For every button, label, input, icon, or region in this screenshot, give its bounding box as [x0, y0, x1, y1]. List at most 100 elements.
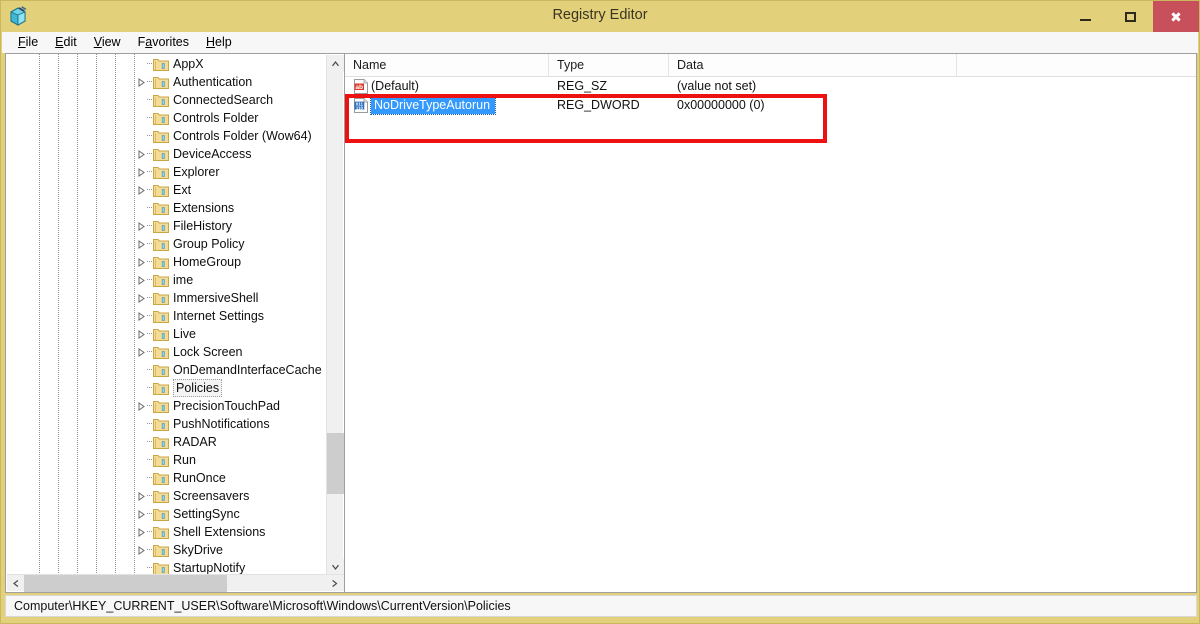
tree-item-runonce[interactable]: RunOnce [6, 469, 327, 487]
expand-triangle-icon[interactable] [137, 240, 146, 249]
expand-triangle-icon[interactable] [137, 312, 146, 321]
folder-icon [153, 417, 169, 431]
tree-item-label: Lock Screen [173, 343, 242, 361]
tree-item-label: SkyDrive [173, 541, 223, 559]
tree-item-homegroup[interactable]: HomeGroup [6, 253, 327, 271]
tree-item-run[interactable]: Run [6, 451, 327, 469]
expand-triangle-icon[interactable] [137, 258, 146, 267]
tree-item-controls-folder-wow64[interactable]: Controls Folder (Wow64) [6, 127, 327, 145]
expand-triangle-icon[interactable] [137, 546, 146, 555]
expand-triangle-icon[interactable] [137, 78, 146, 87]
column-header-filler[interactable] [957, 54, 1196, 76]
menu-file[interactable]: File [10, 33, 47, 51]
expand-triangle-icon[interactable] [137, 492, 146, 501]
maximize-button[interactable] [1108, 1, 1153, 32]
tree-vertical-scrollbar[interactable] [326, 55, 343, 576]
maximize-icon [1125, 12, 1136, 22]
tree-vertical-scroll-thumb[interactable] [327, 433, 344, 494]
tree-item-internet-settings[interactable]: Internet Settings [6, 307, 327, 325]
tree-scroll-up-button[interactable] [327, 55, 344, 72]
tree-item-lock-screen[interactable]: Lock Screen [6, 343, 327, 361]
expand-triangle-icon[interactable] [137, 402, 146, 411]
tree-horizontal-scrollbar[interactable] [7, 574, 344, 591]
value-name[interactable]: NoDriveTypeAutorun [371, 97, 495, 114]
folder-icon [153, 165, 169, 179]
tree-horizontal-scroll-thumb[interactable] [24, 575, 227, 592]
menu-edit[interactable]: Edit [47, 33, 86, 51]
tree-item-pushnotifications[interactable]: PushNotifications [6, 415, 327, 433]
tree-item-immersiveshell[interactable]: ImmersiveShell [6, 289, 327, 307]
tree-item-appx[interactable]: AppX [6, 55, 327, 73]
menu-help[interactable]: Help [198, 33, 241, 51]
menu-view[interactable]: View [86, 33, 130, 51]
expand-triangle-icon[interactable] [137, 276, 146, 285]
main-panes: AppXAuthenticationConnectedSearchControl… [5, 53, 1197, 593]
expand-triangle-icon[interactable] [137, 294, 146, 303]
tree-item-label: StartupNotify [173, 559, 245, 575]
tree-item-ext[interactable]: Ext [6, 181, 327, 199]
expand-triangle-icon[interactable] [137, 510, 146, 519]
tree-item-connectedsearch[interactable]: ConnectedSearch [6, 91, 327, 109]
registry-values-pane[interactable]: Name Type Data ab(Default)REG_SZ(value n… [344, 53, 1197, 593]
tree-item-shell-extensions[interactable]: Shell Extensions [6, 523, 327, 541]
registry-tree: AppXAuthenticationConnectedSearchControl… [6, 54, 327, 575]
tree-item-controls-folder[interactable]: Controls Folder [6, 109, 327, 127]
minimize-icon [1080, 19, 1091, 21]
tree-item-extensions[interactable]: Extensions [6, 199, 327, 217]
tree-item-startupnotify[interactable]: StartupNotify [6, 559, 327, 575]
folder-icon [153, 471, 169, 485]
minimize-button[interactable] [1063, 1, 1108, 32]
tree-item-label: SettingSync [173, 505, 240, 523]
registry-values-list: ab(Default)REG_SZ(value not set)011110No… [345, 77, 1196, 115]
value-name[interactable]: (Default) [371, 77, 419, 96]
tree-item-deviceaccess[interactable]: DeviceAccess [6, 145, 327, 163]
expand-triangle-icon[interactable] [137, 348, 146, 357]
tree-item-label: Policies [173, 379, 222, 397]
folder-icon [153, 435, 169, 449]
string-value-icon: ab [353, 79, 369, 94]
expand-triangle-icon[interactable] [137, 168, 146, 177]
tree-item-label: DeviceAccess [173, 145, 252, 163]
tree-item-radar[interactable]: RADAR [6, 433, 327, 451]
tree-item-label: RunOnce [173, 469, 226, 487]
folder-icon [153, 381, 169, 395]
tree-item-settingsync[interactable]: SettingSync [6, 505, 327, 523]
window-controls: ✖ [1063, 1, 1199, 32]
column-header-data[interactable]: Data [669, 54, 957, 76]
value-row[interactable]: ab(Default)REG_SZ(value not set) [345, 77, 1196, 96]
close-button[interactable]: ✖ [1153, 1, 1199, 32]
tree-item-ondemandinterfacecache[interactable]: OnDemandInterfaceCache [6, 361, 327, 379]
expand-triangle-icon[interactable] [137, 330, 146, 339]
tree-item-skydrive[interactable]: SkyDrive [6, 541, 327, 559]
column-header-type[interactable]: Type [549, 54, 669, 76]
expand-triangle-icon[interactable] [137, 528, 146, 537]
tree-item-precisiontouchpad[interactable]: PrecisionTouchPad [6, 397, 327, 415]
tree-item-ime[interactable]: ime [6, 271, 327, 289]
title-bar[interactable]: Registry Editor ✖ [1, 1, 1199, 32]
expand-triangle-icon[interactable] [137, 150, 146, 159]
registry-tree-pane[interactable]: AppXAuthenticationConnectedSearchControl… [5, 53, 344, 593]
tree-item-label: PushNotifications [173, 415, 270, 433]
tree-item-screensavers[interactable]: Screensavers [6, 487, 327, 505]
tree-item-label: ImmersiveShell [173, 289, 258, 307]
column-header-name[interactable]: Name [345, 54, 549, 76]
folder-icon [153, 363, 169, 377]
tree-item-label: Controls Folder [173, 109, 258, 127]
svg-text:ab: ab [355, 84, 363, 91]
value-row[interactable]: 011110NoDriveTypeAutorunREG_DWORD0x00000… [345, 96, 1196, 115]
expand-triangle-icon[interactable] [137, 222, 146, 231]
tree-item-explorer[interactable]: Explorer [6, 163, 327, 181]
tree-item-live[interactable]: Live [6, 325, 327, 343]
folder-icon [153, 201, 169, 215]
tree-scroll-right-button[interactable] [327, 575, 344, 592]
status-bar: Computer\HKEY_CURRENT_USER\Software\Micr… [5, 595, 1197, 617]
tree-item-label: Screensavers [173, 487, 249, 505]
tree-item-authentication[interactable]: Authentication [6, 73, 327, 91]
registry-path-text: Computer\HKEY_CURRENT_USER\Software\Micr… [6, 599, 511, 613]
menu-favorites[interactable]: Favorites [130, 33, 198, 51]
tree-item-group-policy[interactable]: Group Policy [6, 235, 327, 253]
tree-item-policies[interactable]: Policies [6, 379, 327, 397]
tree-item-filehistory[interactable]: FileHistory [6, 217, 327, 235]
tree-scroll-left-button[interactable] [7, 575, 24, 592]
expand-triangle-icon[interactable] [137, 186, 146, 195]
